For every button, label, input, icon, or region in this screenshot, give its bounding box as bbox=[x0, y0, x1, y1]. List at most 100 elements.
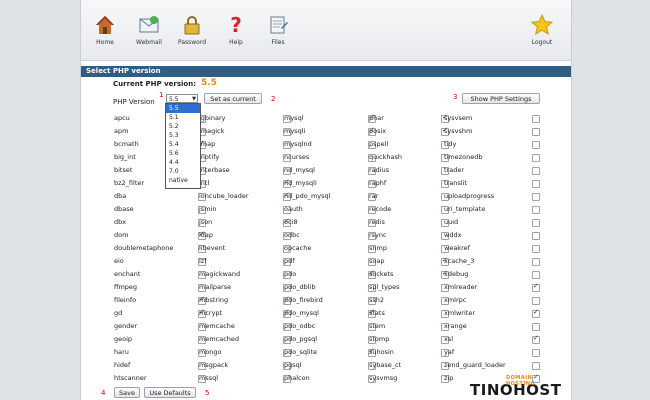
extension-checkbox[interactable] bbox=[532, 115, 540, 123]
extension-name: radius bbox=[369, 166, 390, 174]
extension-checkbox[interactable] bbox=[532, 219, 540, 227]
extension-name: memcache bbox=[199, 322, 235, 330]
extension-checkbox[interactable] bbox=[532, 323, 540, 331]
extension-name: ldap bbox=[199, 231, 214, 239]
extension-name: mailparse bbox=[199, 283, 232, 291]
extension-name: inotify bbox=[199, 153, 220, 161]
extension-name: snmp bbox=[369, 244, 387, 252]
extension-name: pdo_firebird bbox=[284, 296, 323, 304]
extension-checkbox[interactable] bbox=[532, 308, 540, 318]
star-icon bbox=[531, 14, 553, 36]
toolbar-home[interactable]: Home bbox=[83, 14, 127, 46]
version-option[interactable]: native bbox=[166, 176, 200, 185]
extension-name: mysqli bbox=[284, 127, 306, 135]
extension-checkbox[interactable] bbox=[532, 362, 540, 370]
extension-checkbox[interactable] bbox=[532, 282, 540, 292]
use-defaults-button[interactable]: Use Defaults bbox=[144, 387, 196, 398]
extension-name: bitset bbox=[114, 166, 133, 174]
extension-name: gender bbox=[114, 322, 138, 330]
extension-name: bz2_filter bbox=[114, 179, 145, 187]
save-button[interactable]: Save bbox=[114, 387, 140, 398]
extension-name: sysvmsg bbox=[369, 374, 398, 382]
toolbar-label: Files bbox=[271, 39, 285, 46]
extension-name: uri_template bbox=[444, 205, 486, 213]
extension-name: dbase bbox=[114, 205, 134, 213]
extension-name: xmlrpc bbox=[444, 296, 467, 304]
extension-name: raphf bbox=[369, 179, 387, 187]
toolbar-label: Webmail bbox=[136, 39, 162, 46]
svg-text:?: ? bbox=[230, 14, 242, 36]
extension-checkbox[interactable] bbox=[532, 193, 540, 201]
version-option[interactable]: 7.0 bbox=[166, 167, 200, 176]
toolbar: Home Webmail Password ? Help Files Logou… bbox=[81, 0, 571, 61]
version-option[interactable]: 5.1 bbox=[166, 113, 200, 122]
extension-name: mysqlnd bbox=[284, 140, 312, 148]
extension-name: pdo_sqlite bbox=[284, 348, 318, 356]
extension-checkbox[interactable] bbox=[532, 141, 540, 149]
extension-name: pdo_pgsql bbox=[284, 335, 318, 343]
toolbar-label: Home bbox=[96, 39, 114, 46]
extension-name: tidy bbox=[444, 140, 457, 148]
set-as-current-button[interactable]: Set as current bbox=[204, 93, 262, 104]
toolbar-files[interactable]: Files bbox=[256, 14, 300, 46]
extension-name: json bbox=[199, 218, 213, 226]
extension-name: redis bbox=[369, 218, 385, 226]
php-version-select[interactable]: 5.5 ▼ bbox=[166, 94, 198, 103]
extension-checkbox[interactable] bbox=[532, 258, 540, 266]
extension-checkbox[interactable] bbox=[532, 154, 540, 162]
extension-name: imap bbox=[199, 140, 216, 148]
extension-checkbox[interactable] bbox=[532, 206, 540, 214]
extension-name: big_int bbox=[114, 153, 136, 161]
toolbar-logout[interactable]: Logout bbox=[520, 14, 564, 46]
step-number: 2 bbox=[271, 95, 276, 103]
extension-name: imagick bbox=[199, 127, 225, 135]
extension-checkbox[interactable] bbox=[532, 128, 540, 136]
extension-name: haru bbox=[114, 348, 129, 356]
extension-checkbox[interactable] bbox=[532, 245, 540, 253]
extension-checkbox[interactable] bbox=[532, 349, 540, 357]
extension-name: msgpack bbox=[199, 361, 229, 369]
extension-name: pdo_dblib bbox=[284, 283, 316, 291]
extension-name: mysql bbox=[284, 114, 304, 122]
version-option[interactable]: 5.5 bbox=[166, 104, 200, 113]
version-option[interactable]: 5.3 bbox=[166, 131, 200, 140]
extension-checkbox[interactable] bbox=[532, 334, 540, 344]
help-icon: ? bbox=[230, 14, 242, 36]
extension-name: eio bbox=[114, 257, 124, 265]
extension-checkbox[interactable] bbox=[532, 271, 540, 279]
extension-name: jsmin bbox=[199, 205, 217, 213]
toolbar-webmail[interactable]: Webmail bbox=[127, 14, 171, 46]
extension-name: magickwand bbox=[199, 270, 241, 278]
extension-checkbox[interactable] bbox=[532, 180, 540, 188]
extension-name: bcmath bbox=[114, 140, 139, 148]
files-icon bbox=[270, 16, 288, 34]
extension-name: memcached bbox=[199, 335, 240, 343]
extension-name: sockets bbox=[369, 270, 394, 278]
step-number: 1 bbox=[159, 91, 164, 99]
extension-checkbox[interactable] bbox=[532, 167, 540, 175]
extension-checkbox[interactable] bbox=[532, 297, 540, 305]
extension-name: sysvsem bbox=[444, 114, 473, 122]
show-php-settings-button[interactable]: Show PHP Settings bbox=[462, 93, 540, 104]
extension-name: htscanner bbox=[114, 374, 147, 382]
extension-name: rsync bbox=[369, 231, 387, 239]
version-option[interactable]: 5.6 bbox=[166, 149, 200, 158]
version-option[interactable]: 4.4 bbox=[166, 158, 200, 167]
version-option[interactable]: 5.4 bbox=[166, 140, 200, 149]
version-option[interactable]: 5.2 bbox=[166, 122, 200, 131]
extension-name: nd_mysql bbox=[284, 166, 315, 174]
extension-checkbox[interactable] bbox=[532, 232, 540, 240]
extension-name: xdebug bbox=[444, 270, 469, 278]
extension-name: pdf bbox=[284, 257, 295, 265]
toolbar-password[interactable]: Password bbox=[170, 14, 214, 46]
extension-name: xsl bbox=[444, 335, 454, 343]
step-number: 3 bbox=[453, 93, 458, 101]
page-panel: Home Webmail Password ? Help Files Logou… bbox=[80, 0, 572, 400]
extension-name: zip bbox=[444, 374, 454, 382]
step-number: 5 bbox=[205, 389, 210, 397]
extension-name: mbstring bbox=[199, 296, 229, 304]
toolbar-help[interactable]: ? Help bbox=[214, 14, 258, 46]
toolbar-label: Logout bbox=[531, 39, 553, 46]
current-version-value: 5.5 bbox=[201, 78, 217, 88]
extension-name: nd_pdo_mysql bbox=[284, 192, 331, 200]
